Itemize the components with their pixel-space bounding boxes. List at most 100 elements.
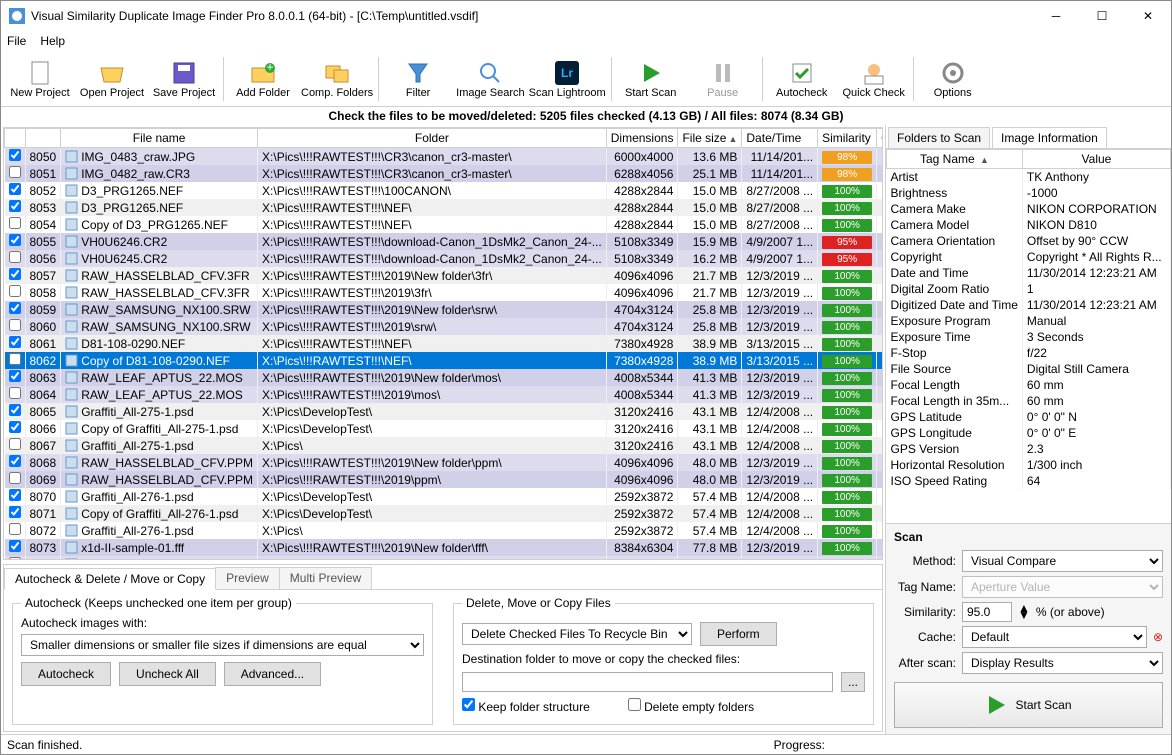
tag-row[interactable]: GPS Latitude0° 0' 0" N <box>887 409 1171 425</box>
tag-row[interactable]: File SourceDigital Still Camera <box>887 361 1171 377</box>
row-checkbox[interactable] <box>9 251 21 263</box>
menu-file[interactable]: File <box>7 34 26 48</box>
col-folder[interactable]: Folder <box>258 129 607 148</box>
table-row[interactable]: 8063 RAW_LEAF_APTUS_22.MOS X:\Pics\!!!RA… <box>5 369 884 386</box>
maximize-button[interactable]: ☐ <box>1079 1 1125 31</box>
open-project-button[interactable]: Open Project <box>77 53 147 105</box>
col-similarity[interactable]: Similarity <box>818 129 877 148</box>
tag-row[interactable]: ISO Speed Rating64 <box>887 473 1171 489</box>
row-checkbox[interactable] <box>9 404 21 416</box>
tag-grid[interactable]: Tag Name ▲ Value ArtistTK AnthonyBrightn… <box>886 149 1171 523</box>
row-checkbox[interactable] <box>9 268 21 280</box>
row-checkbox[interactable] <box>9 353 21 365</box>
tag-name-header[interactable]: Tag Name ▲ <box>887 150 1023 169</box>
table-row[interactable]: 8061 D81-108-0290.NEF X:\Pics\!!!RAWTEST… <box>5 335 884 352</box>
table-row[interactable]: 8058 RAW_HASSELBLAD_CFV.3FR X:\Pics\!!!R… <box>5 284 884 301</box>
cache-select[interactable]: Default <box>962 626 1147 648</box>
filter-button[interactable]: Filter <box>383 53 453 105</box>
row-checkbox[interactable] <box>9 166 21 178</box>
col-filename[interactable]: File name <box>61 129 258 148</box>
table-row[interactable]: 8051 IMG_0482_raw.CR3 X:\Pics\!!!RAWTEST… <box>5 165 884 182</box>
table-row[interactable]: 8053 D3_PRG1265.NEF X:\Pics\!!!RAWTEST!!… <box>5 199 884 216</box>
new-project-button[interactable]: New Project <box>5 53 75 105</box>
table-row[interactable]: 8071 Copy of Graffiti_All-276-1.psd X:\P… <box>5 505 884 522</box>
close-button[interactable]: ✕ <box>1125 1 1171 31</box>
row-checkbox[interactable] <box>9 200 21 212</box>
advanced-button[interactable]: Advanced... <box>224 662 321 686</box>
table-row[interactable]: 8066 Copy of Graffiti_All-275-1.psd X:\P… <box>5 420 884 437</box>
tag-row[interactable]: Digital Zoom Ratio1 <box>887 281 1171 297</box>
table-row[interactable]: 8068 RAW_HASSELBLAD_CFV.PPM X:\Pics\!!!R… <box>5 454 884 471</box>
cache-clear-icon[interactable]: ⊗ <box>1153 630 1163 644</box>
row-checkbox[interactable] <box>9 557 21 560</box>
keep-folder-checkbox[interactable]: Keep folder structure <box>462 698 590 714</box>
table-row[interactable]: 8050 IMG_0483_craw.JPG X:\Pics\!!!RAWTES… <box>5 148 884 166</box>
tag-row[interactable]: F-Stopf/22 <box>887 345 1171 361</box>
row-checkbox[interactable] <box>9 319 21 331</box>
similarity-input[interactable] <box>962 602 1012 622</box>
uncheck-all-button[interactable]: Uncheck All <box>119 662 216 686</box>
tab-image-information[interactable]: Image Information <box>992 127 1107 148</box>
table-row[interactable]: 8056 VH0U6245.CR2 X:\Pics\!!!RAWTEST!!!\… <box>5 250 884 267</box>
table-row[interactable]: 8064 RAW_LEAF_APTUS_22.MOS X:\Pics\!!!RA… <box>5 386 884 403</box>
row-checkbox[interactable] <box>9 455 21 467</box>
table-row[interactable]: 8055 VH0U6246.CR2 X:\Pics\!!!RAWTEST!!!\… <box>5 233 884 250</box>
row-checkbox[interactable] <box>9 421 21 433</box>
table-row[interactable]: 8070 Graffiti_All-276-1.psd X:\Pics\Deve… <box>5 488 884 505</box>
tag-row[interactable]: Camera ModelNIKON D810 <box>887 217 1171 233</box>
tag-row[interactable]: Focal Length60 mm <box>887 377 1171 393</box>
after-scan-select[interactable]: Display Results <box>962 652 1163 674</box>
pause-button[interactable]: Pause <box>688 53 758 105</box>
tab-preview[interactable]: Preview <box>215 567 280 589</box>
tag-row[interactable]: ArtistTK Anthony <box>887 169 1171 186</box>
table-row[interactable]: 8065 Graffiti_All-275-1.psd X:\Pics\Deve… <box>5 403 884 420</box>
tag-row[interactable]: Horizontal Resolution1/300 inch <box>887 457 1171 473</box>
row-checkbox[interactable] <box>9 149 21 161</box>
tag-row[interactable]: Focal Length in 35m...60 mm <box>887 393 1171 409</box>
start-scan-big-button[interactable]: Start Scan <box>894 682 1163 728</box>
row-checkbox[interactable] <box>9 370 21 382</box>
start-scan-button[interactable]: Start Scan <box>616 53 686 105</box>
tag-row[interactable]: CopyrightCopyright * All Rights R... <box>887 249 1171 265</box>
minimize-button[interactable]: ─ <box>1033 1 1079 31</box>
tag-row[interactable]: Digitized Date and Time11/30/2014 12:23:… <box>887 297 1171 313</box>
comp-folders-button[interactable]: Comp. Folders <box>300 53 374 105</box>
table-row[interactable]: 8069 RAW_HASSELBLAD_CFV.PPM X:\Pics\!!!R… <box>5 471 884 488</box>
row-checkbox[interactable] <box>9 489 21 501</box>
row-checkbox[interactable] <box>9 217 21 229</box>
autocheck-run-button[interactable]: Autocheck <box>21 662 111 686</box>
scan-method-select[interactable]: Visual Compare <box>962 550 1163 572</box>
autocheck-button[interactable]: Autocheck <box>767 53 837 105</box>
scan-lightroom-button[interactable]: LrScan Lightroom <box>528 53 607 105</box>
tag-row[interactable]: GPS Version2.3 <box>887 441 1171 457</box>
col-filesize[interactable]: File size▲ <box>678 129 742 148</box>
browse-button[interactable]: ... <box>841 672 865 692</box>
tag-row[interactable]: Exposure Time3 Seconds <box>887 329 1171 345</box>
tab-folders-to-scan[interactable]: Folders to Scan <box>888 127 990 148</box>
tag-row[interactable]: Date and Time11/30/2014 12:23:21 AM <box>887 265 1171 281</box>
delete-empty-checkbox[interactable]: Delete empty folders <box>628 698 754 714</box>
row-checkbox[interactable] <box>9 234 21 246</box>
perform-button[interactable]: Perform <box>700 622 777 646</box>
row-checkbox[interactable] <box>9 472 21 484</box>
table-row[interactable]: 8062 Copy of D81-108-0290.NEF X:\Pics\!!… <box>5 352 884 369</box>
similarity-spinner[interactable]: ▲▼ <box>1018 605 1030 619</box>
tag-row[interactable]: Exposure ProgramManual <box>887 313 1171 329</box>
table-row[interactable]: 8054 Copy of D3_PRG1265.NEF X:\Pics\!!!R… <box>5 216 884 233</box>
action-select[interactable]: Delete Checked Files To Recycle Bin <box>462 623 692 645</box>
tag-row[interactable]: GPS Longitude0° 0' 0" E <box>887 425 1171 441</box>
row-checkbox[interactable] <box>9 387 21 399</box>
row-checkbox[interactable] <box>9 540 21 552</box>
image-search-button[interactable]: Image Search <box>455 53 525 105</box>
row-checkbox[interactable] <box>9 183 21 195</box>
destination-folder-input[interactable] <box>462 672 833 692</box>
autocheck-mode-select[interactable]: Smaller dimensions or smaller file sizes… <box>21 634 424 656</box>
menu-help[interactable]: Help <box>40 34 65 48</box>
add-folder-button[interactable]: +Add Folder <box>228 53 298 105</box>
tab-multi-preview[interactable]: Multi Preview <box>279 567 372 589</box>
row-checkbox[interactable] <box>9 336 21 348</box>
table-row[interactable]: 8052 D3_PRG1265.NEF X:\Pics\!!!RAWTEST!!… <box>5 182 884 199</box>
col-dimensions[interactable]: Dimensions <box>606 129 678 148</box>
table-row[interactable]: 8074 x1d-II-sample-01.fff X:\Pics\!!!RAW… <box>5 556 884 560</box>
tag-value-header[interactable]: Value <box>1022 150 1170 169</box>
